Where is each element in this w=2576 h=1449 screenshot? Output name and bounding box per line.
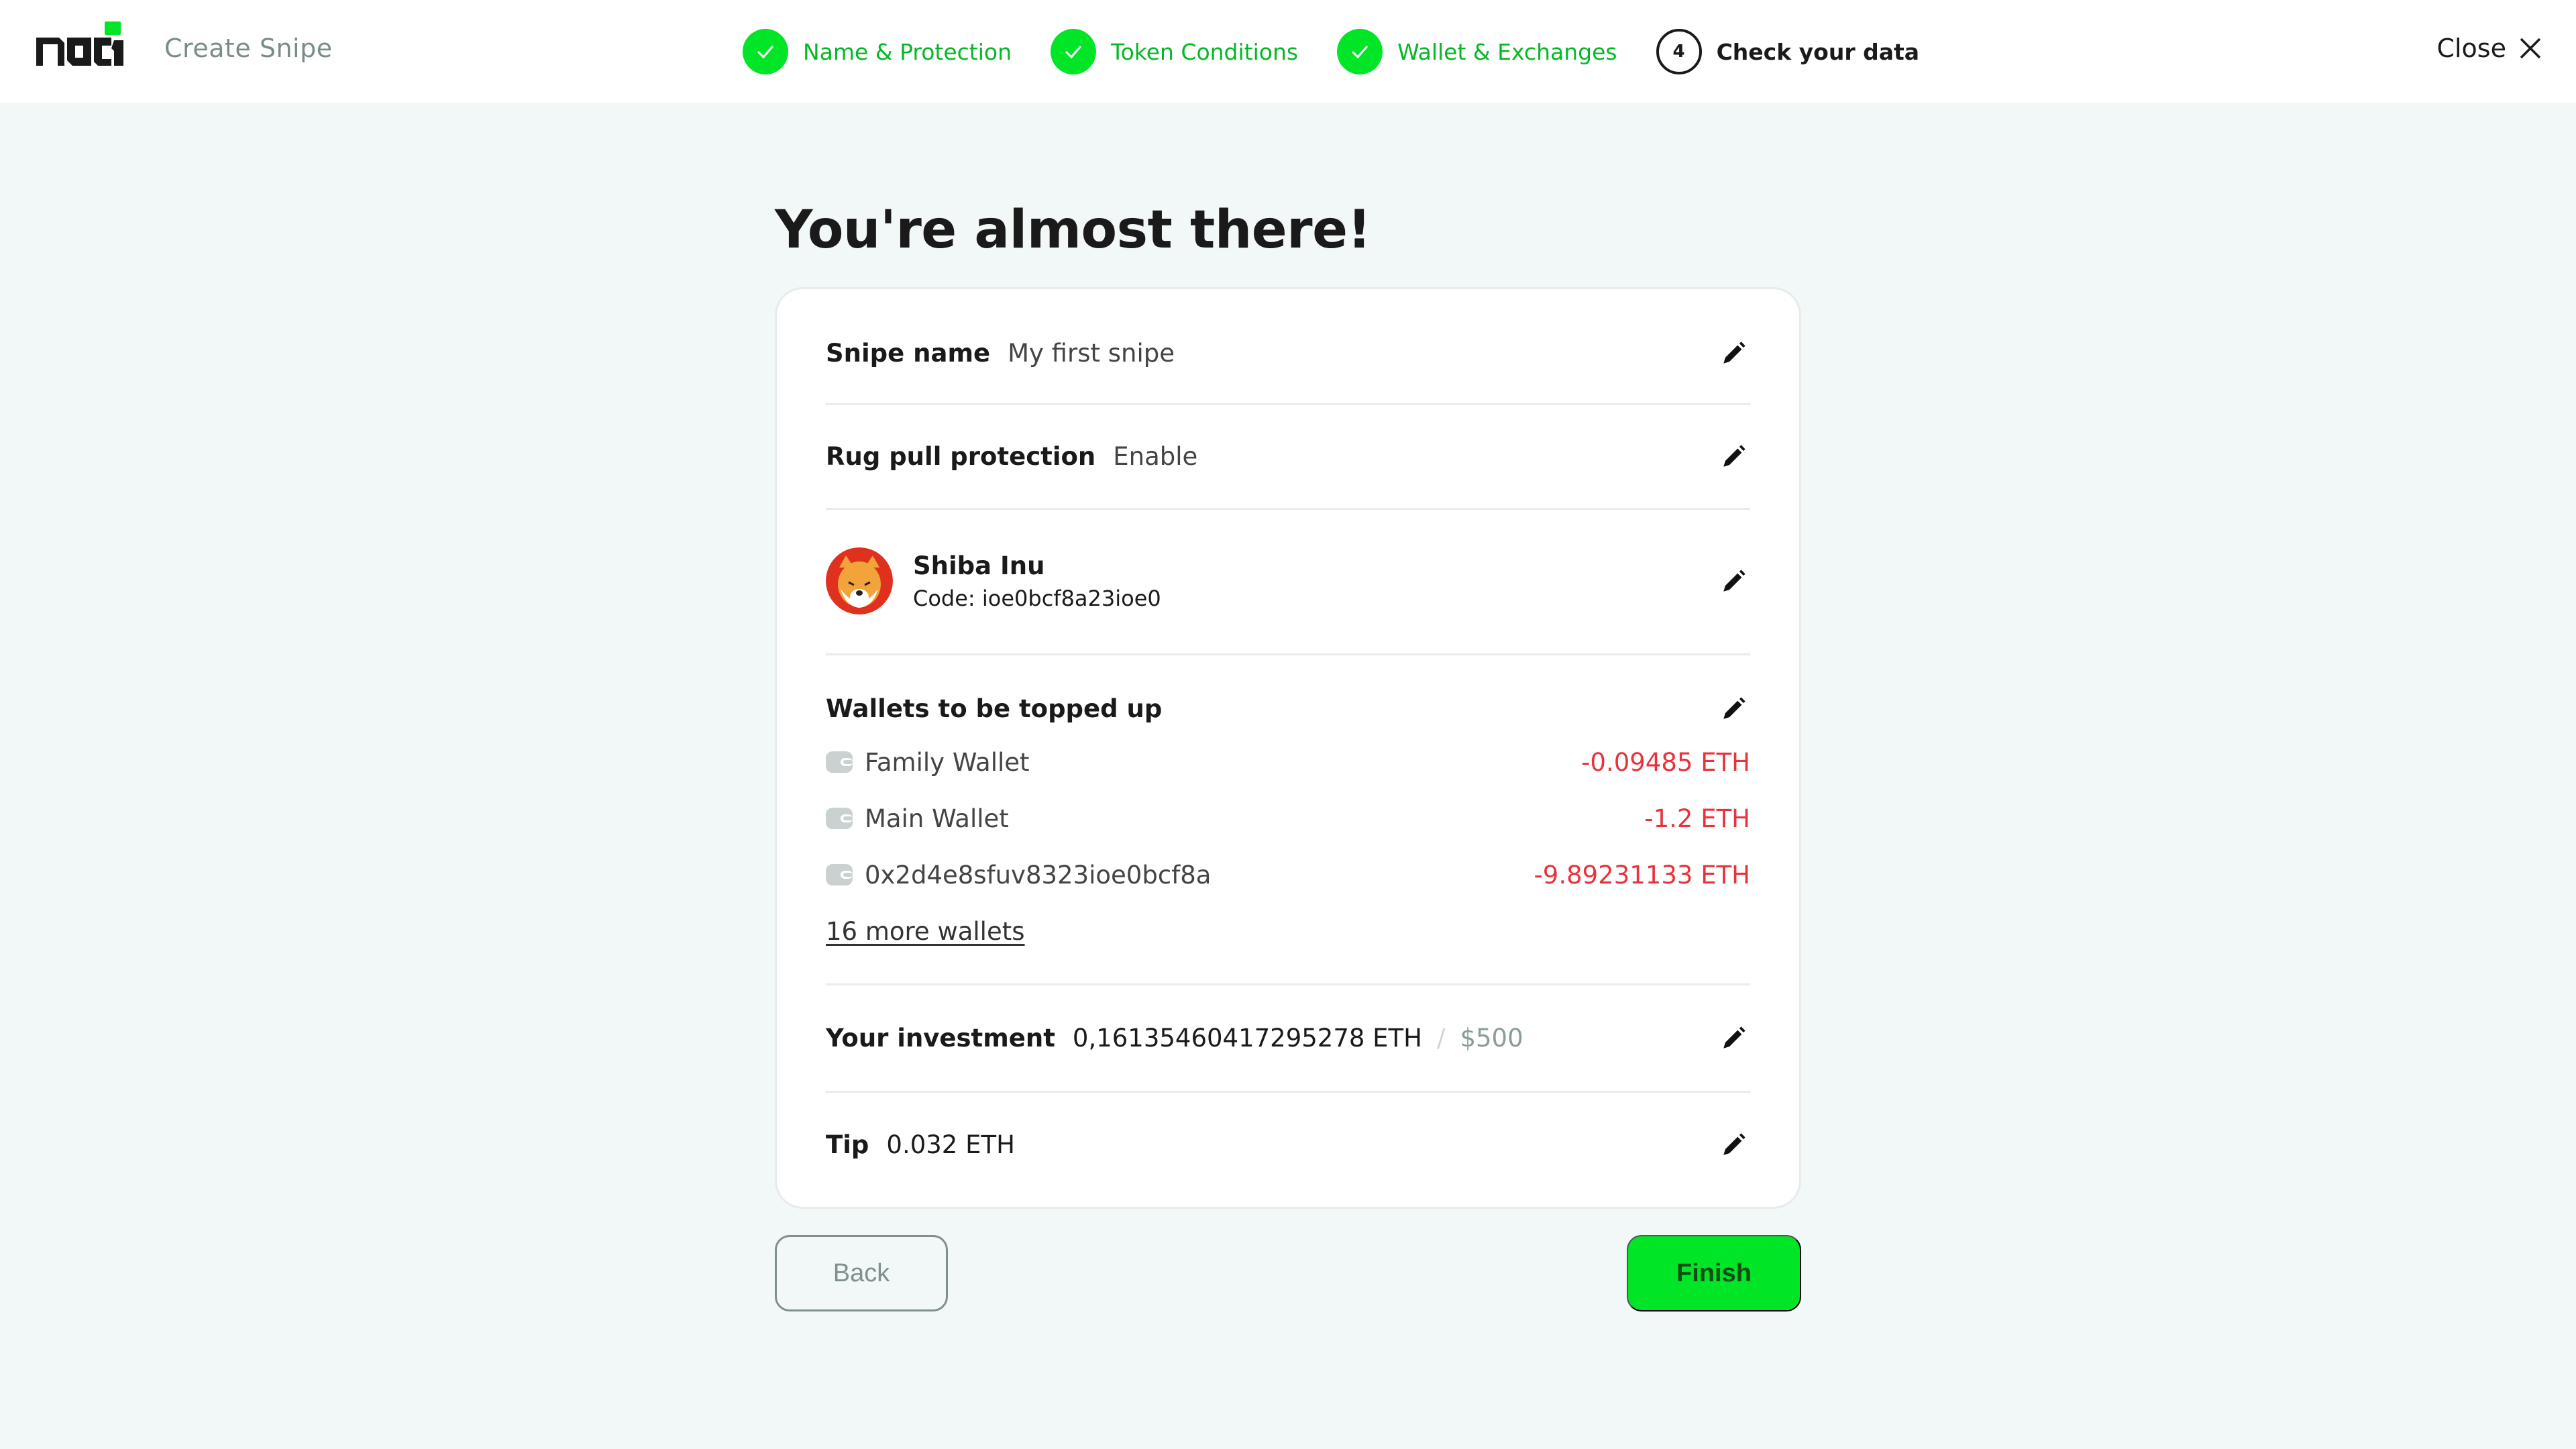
investment-eth-value: 0,16135460417295278 ETH (1072, 1023, 1422, 1053)
tip-label: Tip (826, 1130, 869, 1159)
edit-wallets-button[interactable] (1718, 692, 1750, 724)
wallet-item: 0x2d4e8sfuv8323ioe0bcf8a -9.89231133 ETH (826, 855, 1750, 895)
edit-snipe-name-button[interactable] (1718, 337, 1750, 369)
tip-value: 0.032 ETH (886, 1130, 1015, 1159)
shiba-inu-token-icon (826, 547, 893, 614)
close-icon (2520, 38, 2541, 59)
step-label: Name & Protection (803, 38, 1012, 65)
finish-button[interactable]: Finish (1627, 1235, 1801, 1311)
separator: / (1436, 1023, 1446, 1053)
progress-stepper: Name & Protection Token Conditions Walle… (743, 29, 1958, 74)
top-header: Create Snipe Name & Protection Token Con… (0, 0, 2576, 103)
pencil-icon (1723, 445, 1746, 467)
more-wallets-link[interactable]: 16 more wallets (826, 917, 1025, 946)
pencil-icon (1723, 697, 1746, 719)
step-wallet-exchanges[interactable]: Wallet & Exchanges (1337, 29, 1617, 74)
wallet-amount: -9.89231133 ETH (1534, 860, 1750, 890)
close-label: Close (2436, 34, 2506, 63)
wallet-amount: -0.09485 ETH (1581, 747, 1750, 777)
token-name: Shiba Inu (913, 551, 1045, 580)
more-wallets-row: 16 more wallets (826, 911, 1750, 951)
step-name-protection[interactable]: Name & Protection (743, 29, 1012, 74)
app-title: Create Snipe (164, 34, 333, 63)
step-label: Token Conditions (1111, 38, 1299, 65)
wallet-name: 0x2d4e8sfuv8323ioe0bcf8a (865, 860, 1212, 890)
snipe-name-label: Snipe name (826, 338, 991, 368)
rug-pull-label: Rug pull protection (826, 441, 1096, 471)
edit-token-button[interactable] (1718, 565, 1750, 597)
pencil-icon (1723, 1026, 1746, 1049)
rug-pull-value: Enable (1113, 441, 1198, 471)
wallets-header-row: Wallets to be topped up (826, 685, 1750, 732)
edit-tip-button[interactable] (1718, 1128, 1750, 1161)
divider (826, 508, 1750, 510)
edit-rug-pull-button[interactable] (1718, 440, 1750, 472)
step-token-conditions[interactable]: Token Conditions (1051, 29, 1298, 74)
divider (826, 1091, 1750, 1093)
step-check-data[interactable]: 4 Check your data (1656, 29, 1919, 74)
snipe-name-value: My first snipe (1008, 338, 1175, 368)
pencil-icon (1723, 570, 1746, 592)
token-code: Code: ioe0bcf8a23ioe0 (913, 585, 1161, 611)
check-icon (743, 29, 788, 74)
wallet-item: Main Wallet -1.2 ETH (826, 798, 1750, 839)
check-icon (1337, 29, 1383, 74)
close-button[interactable]: Close (2436, 34, 2542, 63)
step-label: Check your data (1716, 38, 1920, 65)
divider (826, 653, 1750, 655)
pencil-icon (1723, 1133, 1746, 1155)
token-info: Shiba Inu Code: ioe0bcf8a23ioe0 (913, 551, 1161, 611)
divider (826, 983, 1750, 985)
wallet-icon (826, 864, 853, 885)
back-button[interactable]: Back (775, 1235, 948, 1311)
wallet-name: Main Wallet (865, 804, 1009, 833)
rug-pull-row: Rug pull protection Enable (826, 433, 1750, 480)
summary-card: Snipe name My first snipe Rug pull prote… (775, 287, 1801, 1209)
wallet-item: Family Wallet -0.09485 ETH (826, 742, 1750, 782)
step-label: Wallet & Exchanges (1397, 38, 1617, 65)
wallet-icon (826, 808, 853, 829)
snipe-name-row: Snipe name My first snipe (826, 329, 1750, 376)
check-icon (1051, 29, 1097, 74)
step-number: 4 (1656, 29, 1702, 74)
tip-row: Tip 0.032 ETH (826, 1121, 1750, 1168)
wallet-icon (826, 751, 853, 773)
pencil-icon (1723, 341, 1746, 364)
noti-logo[interactable] (35, 19, 133, 67)
wallets-label: Wallets to be topped up (826, 694, 1163, 723)
wallet-name: Family Wallet (865, 747, 1030, 777)
token-row: Shiba Inu Code: ioe0bcf8a23ioe0 (826, 547, 1750, 614)
edit-investment-button[interactable] (1718, 1022, 1750, 1054)
investment-usd-value: $500 (1460, 1023, 1523, 1053)
investment-label: Your investment (826, 1023, 1055, 1053)
divider (826, 403, 1750, 405)
page-title: You're almost there! (775, 200, 1371, 260)
investment-row: Your investment 0,16135460417295278 ETH … (826, 1014, 1750, 1061)
wallet-amount: -1.2 ETH (1644, 804, 1750, 833)
